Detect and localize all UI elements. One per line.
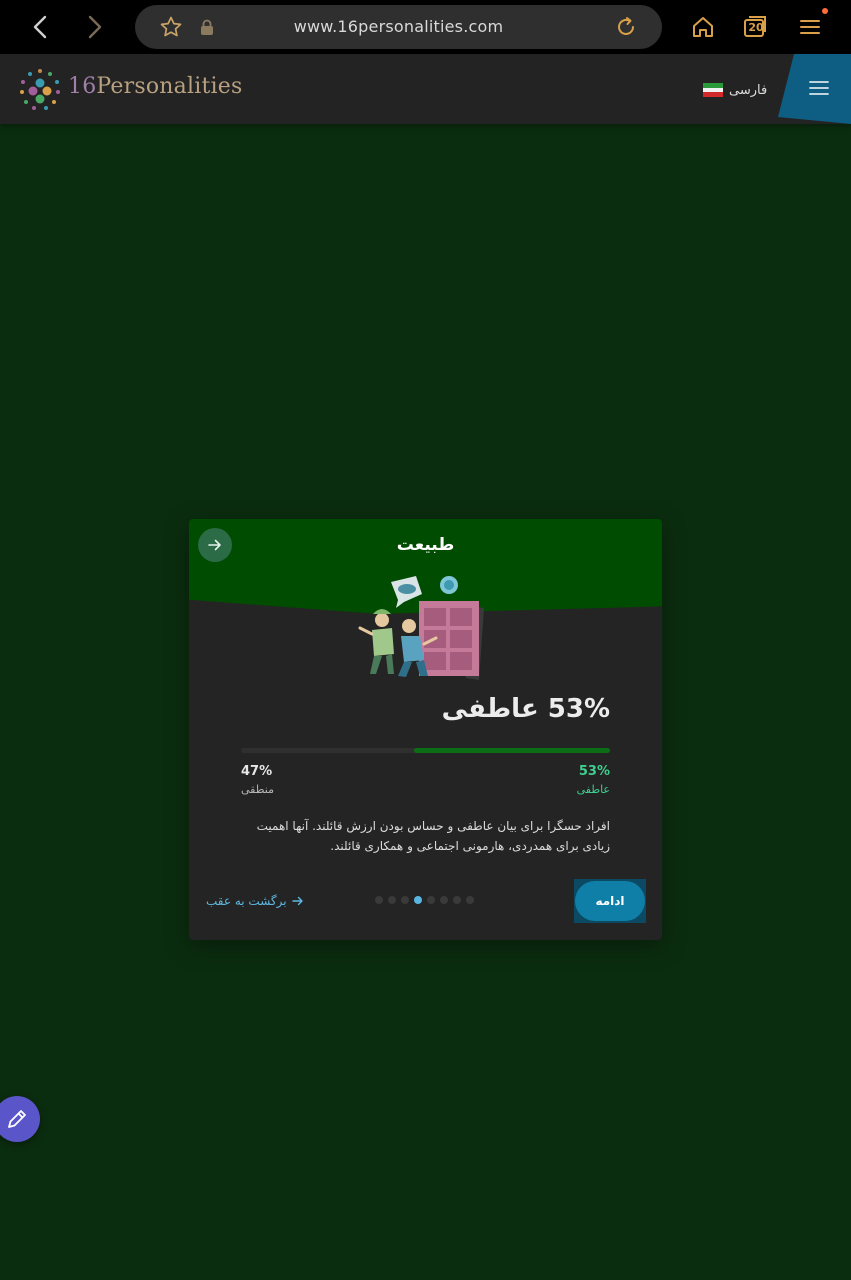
trait-left-label: منطقی [241,783,274,796]
step-dot [466,896,474,904]
back-link-label[interactable]: برگشت به عقب [206,894,287,908]
forward-arrow-icon[interactable] [78,10,112,44]
illustration-image [358,576,484,680]
step-dot [401,896,409,904]
step-dot [440,896,448,904]
language-selector[interactable]: فارسی [703,80,767,100]
notification-dot [822,8,828,14]
trait-right: 53% عاطفی [577,764,610,796]
continue-button[interactable]: ادامه [575,881,645,921]
iran-flag-icon [703,83,723,98]
hamburger-icon [809,81,829,95]
trait-left-percent: 47% [241,764,273,779]
site-header: 16Personalities فارسی [0,54,851,124]
edit-fab-button[interactable] [0,1096,40,1142]
step-dot [453,896,461,904]
browser-toolbar: www.16personalities.com 20 [0,0,851,54]
tabs-icon[interactable]: 20 [741,13,769,41]
trait-progress-fill [414,748,610,753]
back-arrow-icon[interactable] [23,10,57,44]
home-icon[interactable] [689,13,717,41]
hamburger-menu-button[interactable] [778,54,851,124]
back-link[interactable]: برگشت به عقب [206,893,304,909]
trait-progress-bar [241,748,610,753]
logo-icon[interactable] [17,67,63,111]
result-card: طبیعت 53% عاطفی 53% عاطفی 47% منطقی افرا… [189,519,662,940]
logo-text[interactable]: 16Personalities [68,74,242,99]
step-dot [427,896,435,904]
continue-button-frame: ادامه [574,879,646,923]
step-indicator [375,896,474,906]
step-dot [375,896,383,904]
step-dot [388,896,396,904]
headline-value: 53% عاطفی [441,694,610,724]
step-dot [414,896,422,904]
card-title: طبیعت [396,535,455,555]
trait-description: افراد حسگرا برای بیان عاطفی و حساس بودن … [256,819,610,853]
address-bar[interactable]: www.16personalities.com [135,5,662,49]
pencil-icon [8,1110,26,1128]
tab-count: 20 [748,21,764,34]
trait-right-percent: 53% [578,764,610,779]
trait-right-label: عاطفی [576,783,610,796]
url-text[interactable]: www.16personalities.com [135,17,662,36]
menu-icon[interactable] [796,13,824,41]
trait-left: 47% منطقی [241,764,274,796]
language-label: فارسی [729,82,768,98]
arrow-right-icon [291,896,303,906]
reload-icon[interactable] [614,15,638,39]
